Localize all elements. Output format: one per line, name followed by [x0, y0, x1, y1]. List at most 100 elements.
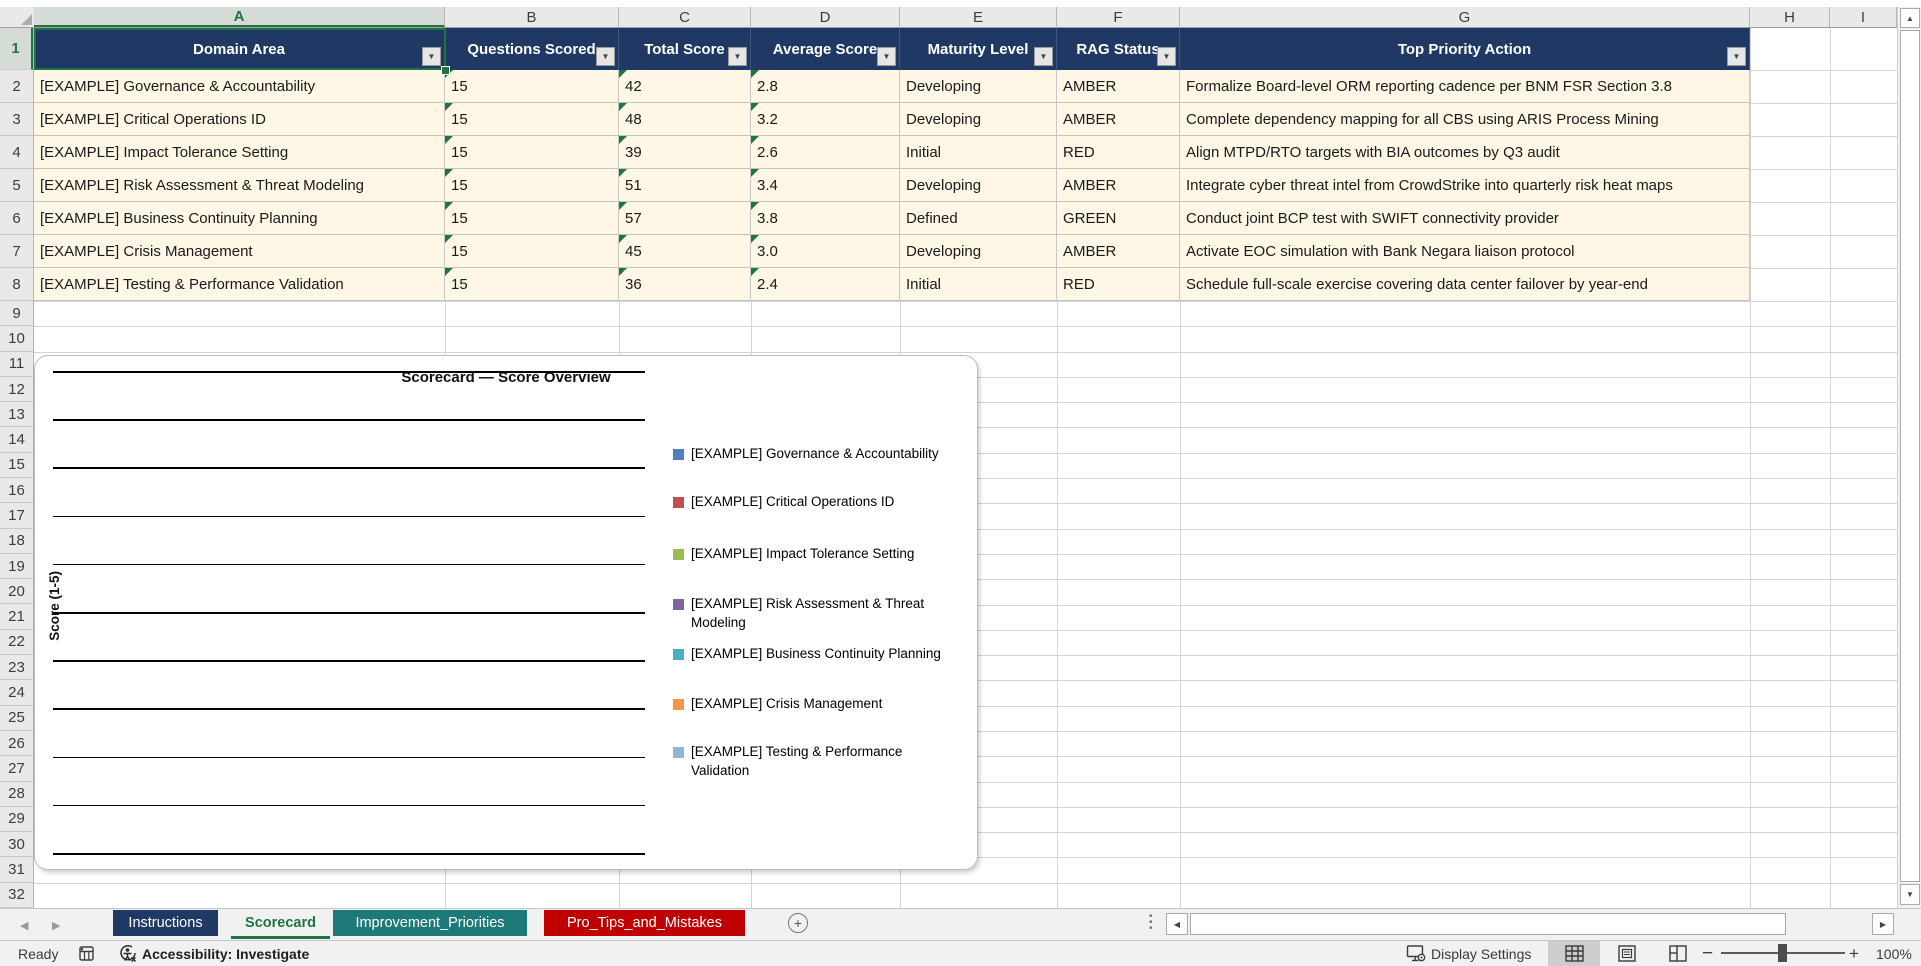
- cell-A6[interactable]: [EXAMPLE] Business Continuity Planning: [34, 202, 445, 235]
- row-header-28[interactable]: 28: [0, 781, 33, 807]
- view-normal-button[interactable]: [1548, 941, 1600, 966]
- cell-E4[interactable]: Initial: [900, 136, 1057, 169]
- row-header-19[interactable]: 19: [0, 553, 33, 580]
- cell-E7[interactable]: Developing: [900, 235, 1057, 268]
- cell-D3[interactable]: 3.2: [751, 103, 900, 136]
- fill-handle[interactable]: [441, 66, 450, 75]
- cell-A5[interactable]: [EXAMPLE] Risk Assessment & Threat Model…: [34, 169, 445, 202]
- row-header-13[interactable]: 13: [0, 402, 33, 428]
- cell-A2[interactable]: [EXAMPLE] Governance & Accountability: [34, 70, 445, 103]
- cell-B8[interactable]: 15: [445, 268, 619, 301]
- cell-D6[interactable]: 3.8: [751, 202, 900, 235]
- cell-E5[interactable]: Developing: [900, 169, 1057, 202]
- cell-F6[interactable]: GREEN: [1057, 202, 1180, 235]
- tab-scroll-right-icon[interactable]: ▶: [52, 919, 60, 932]
- column-header-G[interactable]: G: [1180, 7, 1750, 27]
- view-page-layout-button[interactable]: [1601, 941, 1653, 966]
- cell-G8[interactable]: Schedule full-scale exercise covering da…: [1180, 268, 1750, 301]
- cell-D5[interactable]: 3.4: [751, 169, 900, 202]
- cell-E6[interactable]: Defined: [900, 202, 1057, 235]
- cell-F3[interactable]: AMBER: [1057, 103, 1180, 136]
- scroll-down-icon[interactable]: ▼: [1900, 884, 1920, 905]
- cell-G7[interactable]: Activate EOC simulation with Bank Negara…: [1180, 235, 1750, 268]
- row-header-16[interactable]: 16: [0, 478, 33, 504]
- row-header-32[interactable]: 32: [0, 882, 33, 908]
- column-header-E[interactable]: E: [900, 7, 1057, 27]
- cell-G2[interactable]: Formalize Board-level ORM reporting cade…: [1180, 70, 1750, 103]
- row-header-6[interactable]: 6: [0, 202, 33, 235]
- cell-B7[interactable]: 15: [445, 235, 619, 268]
- row-header-1[interactable]: 1: [0, 28, 33, 70]
- row-header-30[interactable]: 30: [0, 832, 33, 858]
- cell-F7[interactable]: AMBER: [1057, 235, 1180, 268]
- cell-D2[interactable]: 2.8: [751, 70, 900, 103]
- column-header-A[interactable]: A: [34, 7, 445, 27]
- row-header-10[interactable]: 10: [0, 326, 33, 352]
- column-header-H[interactable]: H: [1750, 7, 1830, 27]
- cell-G6[interactable]: Conduct joint BCP test with SWIFT connec…: [1180, 202, 1750, 235]
- cell-D4[interactable]: 2.6: [751, 136, 900, 169]
- accessibility-status[interactable]: Accessibility: Investigate: [142, 941, 309, 966]
- cell-C7[interactable]: 45: [619, 235, 751, 268]
- cell-B3[interactable]: 15: [445, 103, 619, 136]
- tab-splitter-handle[interactable]: • • •: [1149, 912, 1153, 934]
- row-header-26[interactable]: 26: [0, 730, 33, 757]
- row-header-5[interactable]: 5: [0, 169, 33, 202]
- row-header-17[interactable]: 17: [0, 503, 33, 529]
- cell-A4[interactable]: [EXAMPLE] Impact Tolerance Setting: [34, 136, 445, 169]
- cell-C5[interactable]: 51: [619, 169, 751, 202]
- row-header-15[interactable]: 15: [0, 452, 33, 479]
- row-header-11[interactable]: 11: [0, 351, 33, 377]
- scroll-up-icon[interactable]: ▲: [1900, 8, 1920, 28]
- cell-F4[interactable]: RED: [1057, 136, 1180, 169]
- cell-A8[interactable]: [EXAMPLE] Testing & Performance Validati…: [34, 268, 445, 301]
- cell-D7[interactable]: 3.0: [751, 235, 900, 268]
- column-header-D[interactable]: D: [751, 7, 900, 27]
- zoom-level[interactable]: 100%: [1876, 941, 1912, 966]
- cell-A7[interactable]: [EXAMPLE] Crisis Management: [34, 235, 445, 268]
- cell-F5[interactable]: AMBER: [1057, 169, 1180, 202]
- cell-B5[interactable]: 15: [445, 169, 619, 202]
- vertical-scroll-thumb[interactable]: [1900, 30, 1920, 882]
- column-header-B[interactable]: B: [445, 7, 619, 27]
- cell-F2[interactable]: AMBER: [1057, 70, 1180, 103]
- row-header-8[interactable]: 8: [0, 268, 33, 301]
- cell-B4[interactable]: 15: [445, 136, 619, 169]
- cell-C8[interactable]: 36: [619, 268, 751, 301]
- zoom-slider-thumb[interactable]: [1778, 944, 1787, 962]
- cell-C2[interactable]: 42: [619, 70, 751, 103]
- column-header-I[interactable]: I: [1830, 7, 1897, 27]
- display-settings-label[interactable]: Display Settings: [1431, 941, 1531, 966]
- cell-G5[interactable]: Integrate cyber threat intel from CrowdS…: [1180, 169, 1750, 202]
- view-page-break-button[interactable]: [1652, 941, 1704, 966]
- cell-C6[interactable]: 57: [619, 202, 751, 235]
- cell-A3[interactable]: [EXAMPLE] Critical Operations ID: [34, 103, 445, 136]
- hscroll-right-icon[interactable]: ▶: [1872, 913, 1894, 935]
- cell-D8[interactable]: 2.4: [751, 268, 900, 301]
- filter-dropdown-questions[interactable]: ▼: [596, 47, 615, 66]
- row-header-24[interactable]: 24: [0, 680, 33, 706]
- cell-B6[interactable]: 15: [445, 202, 619, 235]
- row-header-18[interactable]: 18: [0, 528, 33, 554]
- select-all-corner[interactable]: [0, 7, 35, 27]
- vertical-scrollbar[interactable]: ▲ ▼: [1897, 7, 1921, 908]
- sheet-tab-improvement_priorities[interactable]: Improvement_Priorities: [333, 910, 527, 936]
- filter-dropdown-rag[interactable]: ▼: [1157, 47, 1176, 66]
- column-header-C[interactable]: C: [619, 7, 751, 27]
- filter-dropdown-action[interactable]: ▼: [1727, 47, 1746, 66]
- row-header-31[interactable]: 31: [0, 857, 33, 883]
- macro-record-icon[interactable]: [78, 941, 95, 966]
- column-header-F[interactable]: F: [1057, 7, 1180, 27]
- cell-F8[interactable]: RED: [1057, 268, 1180, 301]
- zoom-out-button[interactable]: −: [1702, 941, 1713, 966]
- score-overview-chart[interactable]: Scorecard — Score Overview Score (1-5) […: [34, 355, 978, 870]
- sheet-tab-pro_tips_and_mistakes[interactable]: Pro_Tips_and_Mistakes: [544, 910, 745, 936]
- filter-dropdown-avg[interactable]: ▼: [877, 47, 896, 66]
- new-sheet-button[interactable]: +: [788, 913, 808, 933]
- cell-E2[interactable]: Developing: [900, 70, 1057, 103]
- row-header-12[interactable]: 12: [0, 376, 33, 403]
- row-header-29[interactable]: 29: [0, 806, 33, 833]
- row-header-20[interactable]: 20: [0, 579, 33, 605]
- cell-G3[interactable]: Complete dependency mapping for all CBS …: [1180, 103, 1750, 136]
- row-header-4[interactable]: 4: [0, 136, 33, 169]
